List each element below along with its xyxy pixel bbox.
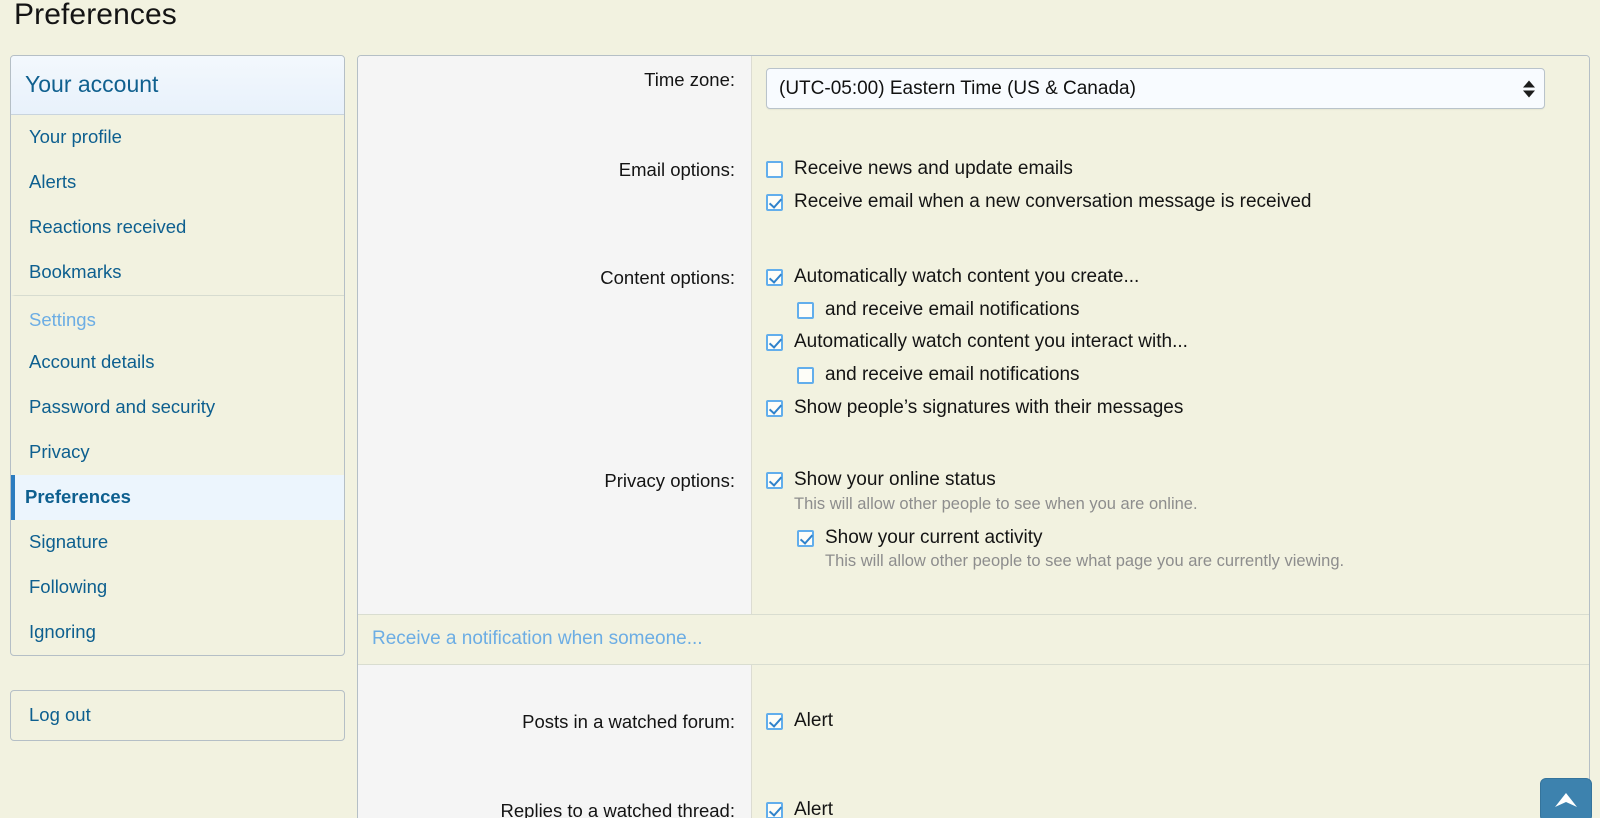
arrow-up-icon: [1555, 793, 1577, 807]
checkbox-label: and receive email notifications: [825, 364, 1080, 386]
sidebar-section-settings: Settings: [11, 295, 344, 340]
sidebar-item-preferences[interactable]: Preferences: [11, 475, 344, 520]
sidebar-item-bookmarks[interactable]: Bookmarks: [11, 250, 344, 295]
row-email-options: Email options: Receive news and update e…: [358, 146, 1589, 225]
row-posts-in-watched-forum: Posts in a watched forum: Alert: [358, 665, 1589, 747]
sidebar-item-reactions-received[interactable]: Reactions received: [11, 205, 344, 250]
checkbox-label: Receive email when a new conversation me…: [794, 190, 1312, 212]
chevron-up-down-icon: [1523, 80, 1535, 97]
replies-watched-thread-label: Replies to a watched thread:: [500, 800, 735, 818]
general-options-block: Time zone: (UTC-05:00) Eastern Time (US …: [358, 56, 1589, 615]
sidebar-item-your-profile[interactable]: Your profile: [11, 115, 344, 160]
online-status-hint: This will allow other people to see when…: [794, 494, 1198, 513]
checkbox-icon[interactable]: [766, 334, 783, 352]
row-replies-to-watched-thread: Replies to a watched thread: Alert: [358, 747, 1589, 818]
scroll-to-top-button[interactable]: [1540, 778, 1592, 818]
checkbox-icon[interactable]: [797, 301, 814, 319]
sidebar-item-privacy[interactable]: Privacy: [11, 430, 344, 475]
checkbox-icon[interactable]: [766, 161, 783, 178]
checkbox-icon[interactable]: [766, 193, 783, 211]
account-sidebar: Your account Your profile Alerts Reactio…: [10, 55, 345, 656]
sidebar-item-signature[interactable]: Signature: [11, 520, 344, 565]
row-time-zone: Time zone: (UTC-05:00) Eastern Time (US …: [358, 56, 1589, 121]
logout-box: Log out: [10, 690, 345, 741]
preferences-page: Preferences Your account Your profile Al…: [0, 0, 1600, 818]
sidebar-item-ignoring[interactable]: Ignoring: [11, 610, 344, 655]
notifications-section-title: Receive a notification when someone...: [358, 614, 1589, 666]
checkbox-receive-conversation-email[interactable]: Receive email when a new conversation me…: [766, 191, 1575, 213]
sidebar-item-log-out[interactable]: Log out: [11, 691, 344, 740]
checkbox-label: Receive news and update emails: [794, 158, 1073, 179]
checkbox-watch-interact-email[interactable]: and receive email notifications: [797, 364, 1575, 386]
checkbox-icon[interactable]: [766, 802, 783, 818]
sidebar-item-account-details[interactable]: Account details: [11, 340, 344, 385]
row-privacy-options: Privacy options: Show your online status…: [358, 457, 1589, 614]
checkbox-label: Show your online status: [794, 468, 996, 490]
time-zone-label: Time zone:: [644, 69, 735, 90]
posts-watched-forum-label: Posts in a watched forum:: [522, 711, 735, 733]
checkbox-icon[interactable]: [797, 367, 814, 385]
checkbox-alert-replies-watched-thread[interactable]: Alert: [766, 799, 1575, 818]
privacy-options-label: Privacy options:: [604, 469, 735, 491]
checkbox-icon[interactable]: [766, 268, 783, 286]
current-activity-hint: This will allow other people to see what…: [825, 552, 1345, 571]
checkbox-label: Show your current activity: [825, 526, 1043, 548]
sidebar-header: Your account: [11, 56, 344, 115]
content-options-label: Content options:: [600, 266, 735, 288]
time-zone-value: (UTC-05:00) Eastern Time (US & Canada): [779, 77, 1136, 99]
checkbox-icon[interactable]: [797, 529, 814, 547]
notifications-block: Posts in a watched forum: Alert Replies …: [358, 665, 1589, 818]
checkbox-label: Automatically watch content you interact…: [794, 331, 1188, 353]
checkbox-label: Show people’s signatures with their mess…: [794, 397, 1184, 419]
checkbox-icon[interactable]: [766, 471, 783, 489]
checkbox-label: Alert: [794, 710, 834, 732]
sidebar-item-alerts[interactable]: Alerts: [11, 160, 344, 205]
checkbox-show-signatures[interactable]: Show people’s signatures with their mess…: [766, 397, 1575, 419]
checkbox-label: Alert: [794, 799, 834, 818]
checkbox-show-current-activity[interactable]: Show your current activity: [797, 527, 1575, 549]
row-content-options: Content options: Automatically watch con…: [358, 254, 1589, 431]
checkbox-icon[interactable]: [766, 400, 783, 418]
preferences-form-panel: Time zone: (UTC-05:00) Eastern Time (US …: [357, 55, 1590, 818]
sidebar-item-password-and-security[interactable]: Password and security: [11, 385, 344, 430]
checkbox-watch-content-create[interactable]: Automatically watch content you create..…: [766, 266, 1575, 288]
email-options-label: Email options:: [618, 159, 735, 180]
page-title: Preferences: [14, 0, 177, 31]
checkbox-receive-news-emails[interactable]: Receive news and update emails: [766, 158, 1575, 180]
checkbox-watch-content-interact[interactable]: Automatically watch content you interact…: [766, 331, 1575, 353]
checkbox-icon[interactable]: [766, 713, 783, 731]
checkbox-alert-posts-watched-forum[interactable]: Alert: [766, 710, 1575, 732]
time-zone-select[interactable]: (UTC-05:00) Eastern Time (US & Canada): [766, 68, 1545, 109]
sidebar-item-following[interactable]: Following: [11, 565, 344, 610]
checkbox-label: and receive email notifications: [825, 298, 1080, 320]
checkbox-show-online-status[interactable]: Show your online status: [766, 469, 1575, 491]
checkbox-label: Automatically watch content you create..…: [794, 265, 1140, 287]
checkbox-watch-create-email[interactable]: and receive email notifications: [797, 299, 1575, 321]
